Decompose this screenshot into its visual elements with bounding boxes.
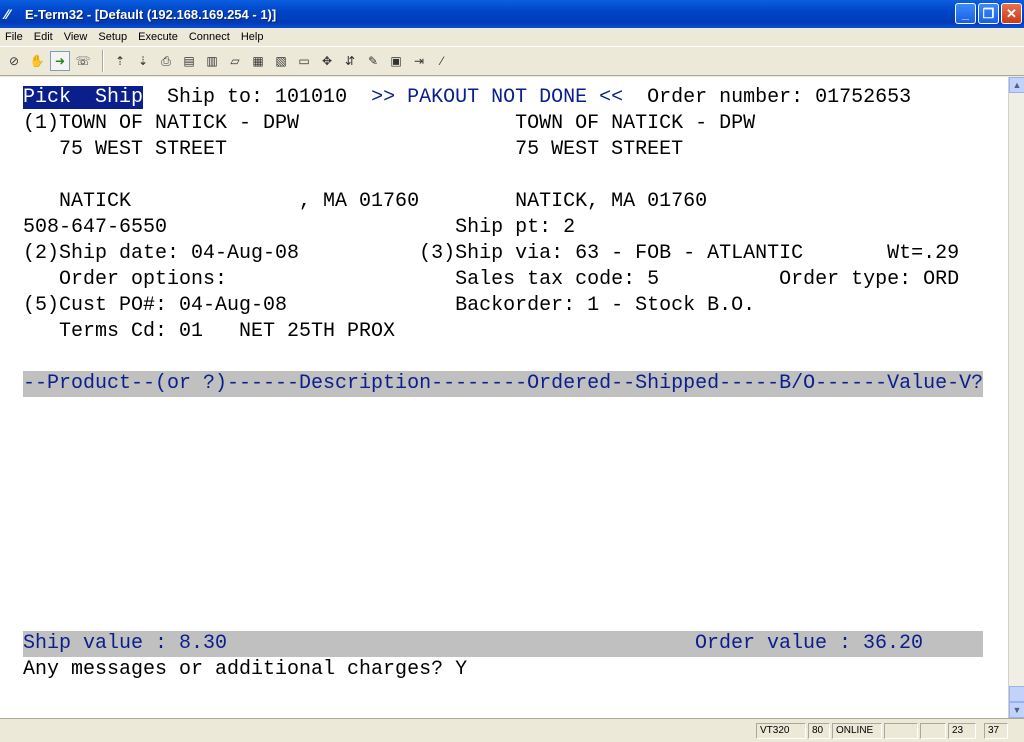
status-bar: VT320 80 ONLINE 23 37 — [0, 718, 1024, 742]
copy-icon[interactable]: ▤ — [179, 51, 199, 71]
terminal-line-10: Terms Cd: 01 NET 25TH PROX — [23, 320, 396, 343]
toolbar-separator — [102, 50, 104, 72]
menu-connect[interactable]: Connect — [184, 31, 236, 43]
terminal-line-2: (1)TOWN OF NATICK - DPW TOWN OF NATICK -… — [23, 112, 756, 135]
terminal-line-7: (2)Ship date: 04-Aug-08 (3)Ship via: 63 … — [23, 242, 960, 265]
vertical-scrollbar[interactable]: ▲ ▼ — [1008, 77, 1024, 718]
app-icon: ⁄⁄ — [5, 6, 10, 22]
menu-setup[interactable]: Setup — [93, 31, 133, 43]
mode-tab: Pick Ship — [23, 86, 144, 109]
cursor-row: 23 — [948, 723, 976, 739]
transfer-icon[interactable]: ⇵ — [340, 51, 360, 71]
log-icon[interactable]: ▦ — [248, 51, 268, 71]
ship-value: Ship value : 8.30 — [23, 632, 228, 655]
menu-view[interactable]: View — [59, 31, 94, 43]
scroll-thumb[interactable] — [1009, 686, 1024, 702]
menu-edit[interactable]: Edit — [29, 31, 59, 43]
screen-icon[interactable]: ▧ — [271, 51, 291, 71]
cursor-col: 37 — [984, 723, 1008, 739]
capture-icon[interactable]: ▱ — [225, 51, 245, 71]
about-icon[interactable]: ⁄ — [432, 51, 452, 71]
column-count: 80 — [808, 723, 830, 739]
window-title: E-Term32 - [Default (192.168.169.254 - 1… — [25, 6, 277, 22]
restore-button[interactable]: ❐ — [978, 3, 999, 24]
script-icon[interactable]: ▣ — [386, 51, 406, 71]
connect-icon[interactable]: ➜ — [50, 51, 70, 71]
order-number: Order number: 01752653 — [623, 86, 912, 109]
prompt-line: Any messages or additional charges? Y — [23, 658, 468, 681]
connection-status: ONLINE — [832, 723, 882, 739]
terminal-line-5: NATICK , MA 01760 NATICK, MA 01760 — [23, 190, 708, 213]
terminal-type: VT320 — [756, 723, 806, 739]
menu-file[interactable]: File — [0, 31, 29, 43]
hand-icon[interactable]: ✋ — [27, 51, 47, 71]
hangup-icon[interactable]: ☏ — [73, 51, 93, 71]
menu-execute[interactable]: Execute — [133, 31, 184, 43]
terminal-line-9: (5)Cust PO#: 04-Aug-08 Backorder: 1 - St… — [23, 294, 756, 317]
macro-icon[interactable]: ✎ — [363, 51, 383, 71]
close-button[interactable]: ✕ — [1001, 3, 1022, 24]
menu-help[interactable]: Help — [236, 31, 270, 43]
status-blank-1 — [884, 723, 918, 739]
receive-file-icon[interactable]: ⇣ — [133, 51, 153, 71]
paste-icon[interactable]: ▥ — [202, 51, 222, 71]
title-bar[interactable]: ⁄⁄ E-Term32 - [Default (192.168.169.254 … — [0, 0, 1024, 28]
terminal-line-8: Order options: Sales tax code: 5 Order t… — [23, 268, 960, 291]
exit-icon[interactable]: ⇥ — [409, 51, 429, 71]
keypad-icon[interactable]: ✥ — [317, 51, 337, 71]
send-file-icon[interactable]: ⇡ — [110, 51, 130, 71]
minimize-button[interactable]: _ — [955, 3, 976, 24]
terminal-line-3: 75 WEST STREET 75 WEST STREET — [23, 138, 684, 161]
window-controls: _ ❐ ✕ — [955, 3, 1022, 24]
columns-header: --Product--(or ?)------Description------… — [23, 372, 984, 395]
disconnect-icon[interactable]: ⊘ — [4, 51, 24, 71]
toolbar: ⊘ ✋ ➜ ☏ ⇡ ⇣ ⎙ ▤ ▥ ▱ ▦ ▧ ▭ ✥ ⇵ ✎ ▣ ⇥ ⁄ — [0, 46, 1024, 76]
columns-132-icon[interactable]: ▭ — [294, 51, 314, 71]
menu-bar: File Edit View Setup Execute Connect Hel… — [0, 28, 1024, 46]
status-blank-2 — [920, 723, 946, 739]
terminal-screen[interactable]: Pick Ship Ship to: 101010 >> PAKOUT NOT … — [0, 77, 1008, 718]
print-icon[interactable]: ⎙ — [156, 51, 176, 71]
terminal-line-1: Pick Ship Ship to: 101010 >> PAKOUT NOT … — [23, 85, 911, 111]
scroll-up-icon[interactable]: ▲ — [1009, 77, 1024, 93]
pakout-status: >> PAKOUT NOT DONE << — [371, 86, 624, 109]
scroll-down-icon[interactable]: ▼ — [1009, 702, 1024, 718]
ship-to: Ship to: 101010 — [143, 86, 372, 109]
order-value: Order value : 36.20 — [695, 632, 924, 655]
terminal-line-6: 508-647-6550 Ship pt: 2 — [23, 216, 576, 239]
